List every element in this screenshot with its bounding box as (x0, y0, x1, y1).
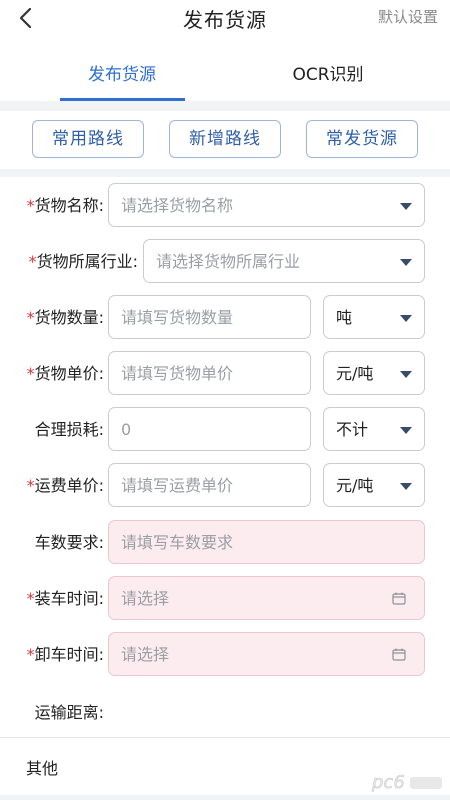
unload-time-label: *卸车时间: (26, 645, 104, 664)
freight-price-label: *运费单价: (26, 476, 104, 495)
quantity-placeholder: 请填写货物数量 (121, 308, 234, 327)
pc6-watermark-logo: pc6 (371, 772, 442, 793)
quantity-unit-value: 吨 (336, 308, 353, 327)
tab-ocr[interactable]: OCR识别 (228, 60, 428, 85)
other-section-label[interactable]: 其他 (26, 759, 58, 779)
section-divider (0, 101, 450, 111)
dropdown-caret-icon (400, 483, 412, 490)
cargo-name-select[interactable]: 请选择货物名称 (108, 183, 425, 227)
industry-label: *货物所属行业: (28, 252, 138, 271)
loss-value: 0 (121, 420, 132, 439)
loss-unit-select[interactable]: 不计 (323, 407, 425, 451)
section-divider (0, 169, 450, 177)
freight-price-unit-value: 元/吨 (336, 476, 374, 495)
unload-time-picker[interactable]: 请选择 (108, 632, 425, 676)
unload-time-placeholder: 请选择 (121, 645, 170, 664)
bottom-divider (0, 795, 450, 800)
trucks-label: 车数要求: (34, 533, 104, 552)
dropdown-caret-icon (400, 371, 412, 378)
unit-price-placeholder: 请填写货物单价 (121, 364, 234, 383)
common-route-button[interactable]: 常用路线 (32, 120, 144, 158)
freight-price-input[interactable]: 请填写运费单价 (108, 463, 311, 507)
calendar-icon (392, 592, 406, 605)
trucks-input[interactable]: 请填写车数要求 (108, 520, 425, 564)
trucks-placeholder: 请填写车数要求 (121, 533, 234, 552)
freight-price-unit-select[interactable]: 元/吨 (323, 463, 425, 507)
freight-price-placeholder: 请填写运费单价 (121, 476, 234, 495)
loss-input[interactable]: 0 (108, 407, 311, 451)
load-time-picker[interactable]: 请选择 (108, 576, 425, 620)
app-header: 发布货源 默认设置 (0, 0, 450, 40)
quantity-unit-select[interactable]: 吨 (323, 295, 425, 339)
add-route-button[interactable]: 新增路线 (169, 120, 281, 158)
dropdown-caret-icon (400, 427, 412, 434)
quick-actions: 常用路线 新增路线 常发货源 (0, 111, 450, 169)
svg-text:pc6: pc6 (371, 772, 405, 793)
unit-price-input[interactable]: 请填写货物单价 (108, 351, 311, 395)
distance-label: 运输距离: (34, 703, 104, 722)
default-settings-button[interactable]: 默认设置 (378, 6, 438, 27)
unit-price-unit-select[interactable]: 元/吨 (323, 351, 425, 395)
tab-bar: 发布货源 OCR识别 (0, 48, 450, 101)
section-divider (0, 737, 450, 738)
frequent-cargo-button[interactable]: 常发货源 (306, 120, 418, 158)
unit-price-unit-value: 元/吨 (336, 364, 374, 383)
quantity-label: *货物数量: (26, 308, 104, 327)
loss-unit-value: 不计 (336, 420, 369, 439)
dropdown-caret-icon (400, 259, 412, 266)
calendar-icon (392, 648, 406, 661)
loss-label: 合理损耗: (34, 420, 104, 439)
cargo-name-placeholder: 请选择货物名称 (121, 196, 234, 215)
load-time-label: *装车时间: (26, 589, 104, 608)
industry-placeholder: 请选择货物所属行业 (156, 252, 301, 271)
unit-price-label: *货物单价: (26, 364, 104, 383)
tab-publish-cargo[interactable]: 发布货源 (22, 60, 222, 85)
cargo-name-label: *货物名称: (26, 196, 104, 215)
dropdown-caret-icon (400, 315, 412, 322)
load-time-placeholder: 请选择 (121, 589, 170, 608)
quantity-input[interactable]: 请填写货物数量 (108, 295, 311, 339)
dropdown-caret-icon (400, 203, 412, 210)
industry-select[interactable]: 请选择货物所属行业 (143, 239, 425, 283)
